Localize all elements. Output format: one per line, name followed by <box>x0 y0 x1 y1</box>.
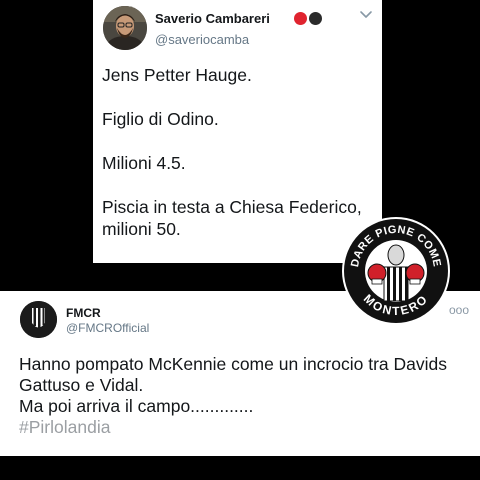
chevron-down-icon[interactable] <box>359 10 373 20</box>
author-avatar[interactable] <box>103 6 147 50</box>
tweet-card-saverio[interactable]: Saverio Cambareri @saveriocamba Jens Pet… <box>93 0 382 263</box>
black-circle-icon <box>309 12 322 25</box>
tweet-text: Jens Petter Hauge. Figlio di Odino. Mili… <box>102 64 372 240</box>
hashtag-link[interactable]: #Pirlolandia <box>19 417 474 438</box>
red-circle-icon <box>294 12 307 25</box>
more-options-icon[interactable]: ooo <box>449 303 469 317</box>
tweet-line: Jens Petter Hauge. <box>102 65 252 85</box>
tweet-line: Piscia in testa a Chiesa Federico, milio… <box>102 197 362 239</box>
tweet-line: Hanno pompato McKennie come un incrocio … <box>19 354 447 374</box>
tweet-line: Milioni 4.5. <box>102 153 186 173</box>
author-handle[interactable]: @saveriocamba <box>155 32 249 47</box>
dare-pigne-logo: DARE PIGNE COME MONTERO <box>342 217 450 325</box>
tweet-line: Figlio di Odino. <box>102 109 219 129</box>
juventus-logo-icon <box>20 301 57 338</box>
author-name[interactable]: FMCR <box>66 306 101 320</box>
author-avatar[interactable] <box>20 301 57 338</box>
screenshot-canvas: Saverio Cambareri @saveriocamba Jens Pet… <box>0 0 480 480</box>
tweet-text: Hanno pompato McKennie come un incrocio … <box>19 354 474 438</box>
tweet-line: Gattuso e Vidal. <box>19 375 144 395</box>
tweet-line: Ma poi arriva il campo............. <box>19 396 254 416</box>
author-handle[interactable]: @FMCROfficial <box>66 321 149 335</box>
author-name[interactable]: Saverio Cambareri <box>155 11 270 26</box>
name-emojis <box>294 12 322 25</box>
avatar-portrait-icon <box>103 6 147 50</box>
